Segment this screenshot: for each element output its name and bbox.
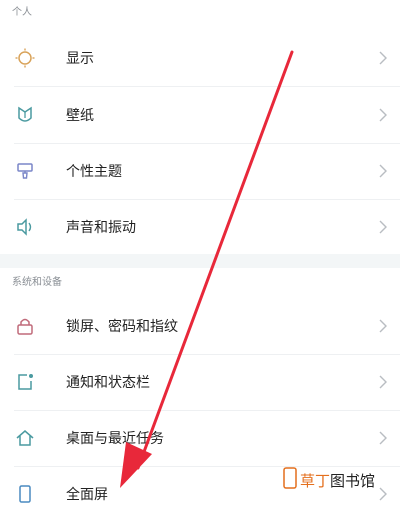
settings-item-label: 锁屏、密码和指纹 xyxy=(66,319,178,335)
settings-item-label: 显示 xyxy=(66,51,94,67)
chevron-right-icon xyxy=(379,164,387,178)
section-header-system: 系统和设备 xyxy=(12,277,62,288)
theme-brush-icon xyxy=(14,160,36,182)
watermark-text-a: 草丁 xyxy=(300,472,331,490)
settings-item-notifications[interactable]: 通知和状态栏 xyxy=(0,354,400,410)
settings-item-label: 壁纸 xyxy=(66,108,94,124)
lock-icon xyxy=(14,315,36,337)
home-icon xyxy=(14,427,36,449)
sun-icon xyxy=(14,47,36,69)
wallpaper-icon xyxy=(14,104,36,126)
settings-item-lockscreen[interactable]: 锁屏、密码和指纹 xyxy=(0,298,400,354)
speaker-icon xyxy=(14,216,36,238)
chevron-right-icon xyxy=(379,108,387,122)
phone-fullscreen-icon xyxy=(14,483,36,505)
settings-item-display[interactable]: 显示 xyxy=(0,30,400,86)
settings-item-label: 全面屏 xyxy=(66,487,108,503)
settings-item-desktop[interactable]: 桌面与最近任务 xyxy=(0,410,400,466)
settings-item-label: 通知和状态栏 xyxy=(66,375,150,391)
watermark-text-b: 图书馆 xyxy=(330,472,376,490)
watermark-logo-icon xyxy=(283,467,297,489)
settings-item-sound[interactable]: 声音和振动 xyxy=(0,199,400,255)
notification-icon xyxy=(14,371,36,393)
settings-item-theme[interactable]: 个性主题 xyxy=(0,143,400,199)
chevron-right-icon xyxy=(379,375,387,389)
chevron-right-icon xyxy=(379,487,387,501)
section-header-personal: 个人 xyxy=(12,7,32,18)
chevron-right-icon xyxy=(379,319,387,333)
settings-item-label: 个性主题 xyxy=(66,164,122,180)
settings-item-label: 桌面与最近任务 xyxy=(66,431,164,447)
chevron-right-icon xyxy=(379,51,387,65)
settings-item-wallpaper[interactable]: 壁纸 xyxy=(0,87,400,143)
chevron-right-icon xyxy=(379,431,387,445)
settings-item-label: 声音和振动 xyxy=(66,220,136,236)
watermark: 草丁图书馆 xyxy=(300,470,375,491)
section-divider-band xyxy=(0,254,400,268)
chevron-right-icon xyxy=(379,220,387,234)
